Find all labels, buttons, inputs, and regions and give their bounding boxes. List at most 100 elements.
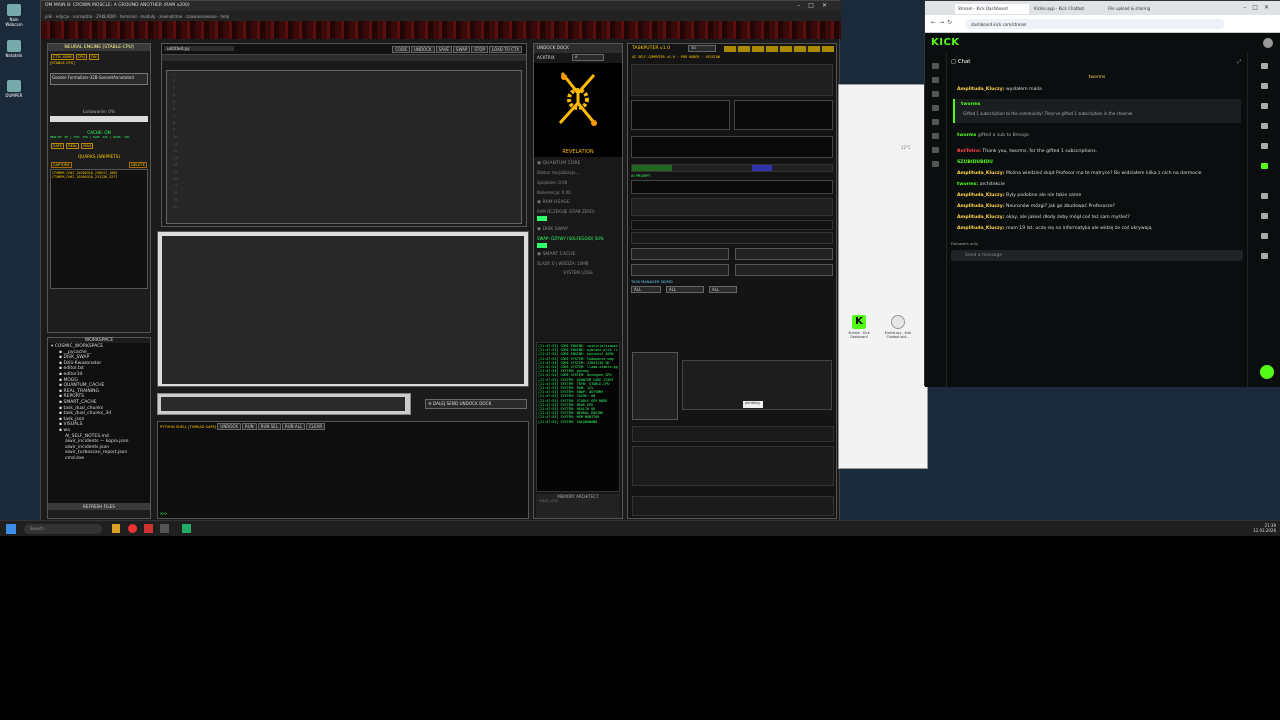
rail-icon[interactable] (1261, 123, 1268, 129)
taskputer-select[interactable]: 3D (688, 45, 716, 52)
cpu-badge[interactable]: CPU (75, 54, 87, 60)
rail-icon[interactable] (1261, 103, 1268, 109)
undock-button[interactable]: UNDOCK (410, 46, 435, 53)
clock[interactable]: 21:39 12.03.2026 (1253, 523, 1276, 533)
tab-kickle[interactable]: Kickle.app - Kick Chatbot (1031, 4, 1103, 14)
sidebar-icon[interactable] (932, 119, 939, 125)
chrome-taskbar-icon[interactable] (128, 524, 137, 533)
sidebar-icon[interactable] (932, 133, 939, 139)
delete-button[interactable]: DELETE (129, 162, 147, 168)
menu-modules[interactable]: moduły (140, 14, 155, 19)
field-right[interactable] (735, 248, 833, 260)
save-button[interactable]: SAVE (435, 46, 452, 53)
filter-select-3[interactable]: ALL (709, 286, 737, 293)
menu-advanced[interactable]: zaawansowane (186, 14, 217, 19)
quantum-undock-button[interactable]: UNDOCK (537, 45, 555, 50)
sidebar-icon[interactable] (932, 91, 939, 97)
action-undock-button[interactable]: UNDOCK (459, 401, 477, 406)
action-buttons-row[interactable] (631, 220, 833, 230)
menu-external[interactable]: zewnętrzne (159, 14, 182, 19)
shell-clear-button[interactable]: CLEAR (306, 423, 326, 430)
app-kick-dashboard[interactable]: K Stream - Kick Dashboard (847, 315, 871, 339)
ide-menubar[interactable]: plik · edycja · narzędzia · ZAKŁADKI · t… (41, 11, 841, 21)
field-left-2[interactable] (631, 264, 729, 276)
rail-icon[interactable] (1261, 213, 1268, 219)
prompt-input[interactable] (161, 397, 405, 411)
load-to-ctx-button[interactable]: LOAD TO CTX (488, 46, 522, 53)
back-icon[interactable]: ⊖ (428, 401, 432, 406)
sidebar-icon[interactable] (932, 105, 939, 111)
kick-logo[interactable]: KICK (931, 37, 960, 48)
field-left[interactable] (631, 248, 729, 260)
nav-arrows-icon[interactable]: ←→↻ (931, 19, 955, 26)
quantum-dock-button[interactable]: DOCK (557, 45, 569, 50)
explorer-taskbar-icon[interactable] (112, 524, 120, 533)
chat-input[interactable]: Send a message (951, 250, 1243, 261)
task-log-right[interactable] (734, 100, 833, 130)
field-right-2[interactable] (735, 264, 833, 276)
ai-console[interactable] (631, 136, 833, 158)
tab-kick-dashboard[interactable]: Stream - Kick Dashboard (955, 4, 1029, 14)
code-button[interactable]: CODE (392, 46, 410, 53)
app-kicklazy[interactable]: KickleLazy - Kick Chatbot and... (881, 315, 915, 339)
taskputer-toolbar[interactable] (724, 46, 834, 52)
rail-icon[interactable] (1261, 253, 1268, 259)
send-button[interactable]: SEND (446, 401, 458, 406)
menu-file[interactable]: plik (45, 14, 52, 19)
browser-window-controls[interactable]: –□✕ (1243, 4, 1275, 11)
output-pane[interactable] (162, 236, 524, 384)
ai-prompt-input[interactable] (631, 180, 833, 194)
on-badge[interactable]: ON (88, 54, 99, 60)
task-list[interactable] (632, 352, 678, 420)
desktop-icon-webcam[interactable]: Nain Webcam (2, 4, 26, 27)
editor-tab[interactable]: untitled.py (164, 46, 234, 51)
stop-button[interactable]: STOP (471, 46, 488, 53)
code-editor[interactable]: 1 2 3 4 5 6 7 8 9 10 11 12 13 14 15 16 1… (166, 70, 522, 224)
refresh-files-button[interactable]: REFRESH FILES (48, 503, 150, 510)
live-chat-bubble-icon[interactable] (1260, 365, 1274, 379)
quark-item[interactable]: CTXMEM_CHAT_20260310_231236_3277 (52, 175, 146, 179)
task-log-left[interactable] (631, 100, 730, 130)
mode-safe[interactable]: SAFE (51, 143, 65, 149)
menu-tools[interactable]: narzędzia (73, 14, 92, 19)
popout-icon[interactable]: ⤢ (1237, 59, 1241, 65)
menu-help[interactable]: help (221, 14, 230, 19)
system-logs[interactable]: [21:47:53] CORE ENGINE: zainicjalizowano… (536, 342, 620, 492)
tab-file-upload[interactable]: File upload & sharing (1105, 4, 1181, 14)
start-icon[interactable] (6, 524, 16, 534)
model-select[interactable]: Goedel-Formalizer-32B-SonnetAnnotated (50, 73, 148, 85)
address-bar[interactable]: dashboard.kick.com/stream (965, 19, 1225, 29)
desktop-icon-notepad[interactable]: Notatnik (2, 40, 26, 58)
shell-run-button[interactable]: RUN (241, 423, 257, 430)
filter-select-2[interactable]: ALL (666, 286, 704, 293)
capture-button[interactable]: CAPTURE (51, 162, 72, 168)
workspace-tree[interactable]: ▾ COSMIC_WORKSPACE ▪ __pycache__ ▪ DISK_… (48, 343, 150, 503)
menu-tabs[interactable]: ZAKŁADKI (96, 14, 116, 19)
sidebar-icon[interactable] (932, 77, 939, 83)
python-shell[interactable]: PYTHON SHELL [THREAD SAFE] UNDOCK RUN RUN … (157, 421, 529, 519)
rail-icon[interactable] (1261, 83, 1268, 89)
swap-button[interactable]: SWAP (452, 46, 471, 53)
action-dock-button[interactable]: DOCK (479, 401, 491, 406)
sidebar-icon[interactable] (932, 147, 939, 153)
filter-select-1[interactable]: ALL (631, 286, 661, 293)
chat-rail-icon[interactable] (1261, 163, 1268, 169)
acktrix-select[interactable]: A (572, 54, 604, 61)
avatar[interactable] (1263, 38, 1273, 48)
sidebar-icon[interactable] (932, 161, 939, 167)
shell-run-sel-button[interactable]: RUN SEL (257, 423, 281, 430)
menu-edit[interactable]: edycja (56, 14, 69, 19)
dalej-button[interactable]: DALEJ (433, 401, 445, 406)
rail-icon[interactable] (1261, 63, 1268, 69)
sidebar-icon[interactable] (932, 63, 939, 69)
app-taskbar-icon[interactable] (144, 524, 153, 533)
status-select[interactable]: pending (743, 401, 763, 408)
window-controls[interactable]: –□✕ (797, 2, 835, 9)
rail-icon[interactable] (1261, 233, 1268, 239)
desktop-icon-dumper[interactable]: DUMPER (2, 80, 26, 98)
mode-real[interactable]: REAL (66, 143, 80, 149)
rail-icon[interactable] (1261, 193, 1268, 199)
mode-max[interactable]: MAX (81, 143, 94, 149)
shell-run-all-button[interactable]: RUN ALL (281, 423, 306, 430)
shell-undock-button[interactable]: UNDOCK (217, 423, 241, 430)
